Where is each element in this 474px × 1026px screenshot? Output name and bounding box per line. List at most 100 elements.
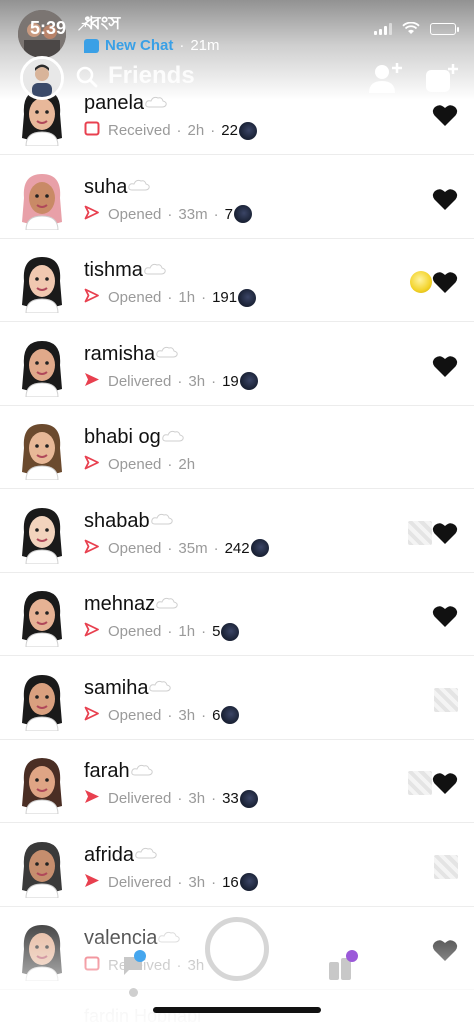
moon-emoji-icon — [238, 121, 257, 140]
black-heart-icon — [432, 940, 458, 961]
friend-avatar[interactable] — [16, 335, 68, 397]
snap-time: 1h — [178, 623, 196, 640]
cloud-icon — [161, 429, 184, 447]
friend-status-line: Opened · 1h · 5 — [84, 622, 240, 641]
snap-time: 35m — [178, 539, 208, 557]
friend-status-line: Delivered · 3h · 19 — [84, 372, 258, 391]
friend-row[interactable]: afrida Delivered · 3h · 16 — [0, 824, 474, 907]
moon-emoji-icon — [239, 873, 258, 891]
friend-name: mehnaz — [84, 593, 156, 615]
snap-status: Opened — [108, 289, 162, 306]
moon-emoji-icon — [221, 622, 240, 641]
friend-avatar[interactable] — [16, 251, 68, 314]
separator: · — [213, 539, 219, 557]
friend-name-line: shabab — [84, 510, 173, 533]
cloud-icon — [155, 345, 178, 363]
separator: · — [167, 289, 173, 306]
friend-name: samiha — [84, 676, 149, 699]
friend-name: valencia — [84, 927, 158, 949]
profile-avatar[interactable] — [20, 56, 64, 100]
separator: · — [201, 289, 207, 306]
opened-arrow-icon — [84, 455, 108, 474]
friend-row[interactable]: suha Opened · 33m · 7 — [0, 156, 474, 239]
opened-arrow-icon — [84, 288, 108, 307]
blurred-emoji-icon — [434, 854, 458, 879]
cloud-icon — [148, 679, 172, 697]
separator: · — [211, 372, 217, 390]
snap-status: Delivered — [108, 873, 172, 891]
opened-arrow-icon — [84, 706, 108, 725]
new-chat-icon[interactable] — [424, 62, 460, 96]
friend-row[interactable]: samiha Opened · 3h · 6 — [0, 657, 474, 740]
snap-time: 3h — [178, 706, 196, 724]
received-square-icon — [84, 121, 108, 140]
snap-time: 3h — [188, 372, 206, 390]
moon-emoji-icon — [250, 539, 269, 557]
separator: · — [211, 790, 217, 807]
friend-name-line: bhabi og — [84, 426, 184, 449]
snap-status: Opened — [108, 539, 162, 557]
friend-avatar[interactable] — [16, 669, 68, 731]
friend-avatar[interactable] — [16, 168, 68, 230]
friend-status-line: Delivered · 3h · 16 — [84, 873, 258, 892]
streak-count: 7 — [224, 205, 233, 223]
top-chat-name[interactable]: ধ্বংস — [84, 9, 120, 40]
moon-emoji-icon — [221, 706, 240, 724]
snap-status: Opened — [108, 706, 162, 724]
page-title[interactable]: Friends — [108, 62, 195, 90]
moon-emoji-icon — [239, 789, 258, 808]
friend-avatar[interactable] — [16, 502, 68, 564]
delivered-arrow-icon — [84, 789, 108, 808]
status-indicators — [374, 22, 459, 35]
add-friend-icon[interactable] — [366, 60, 404, 96]
friend-avatar[interactable] — [16, 752, 68, 815]
friend-row[interactable]: tishma Opened · 1h · 191 — [0, 239, 474, 322]
streak-count: 33 — [222, 790, 239, 807]
separator: · — [177, 873, 183, 891]
battery-icon — [430, 23, 459, 35]
snap-status: Opened — [108, 623, 162, 640]
blurred-emoji-icon — [434, 687, 458, 712]
cellular-signal-icon — [374, 23, 392, 35]
friend-avatar[interactable] — [16, 585, 68, 648]
friend-row[interactable]: bhabi og Opened · 2h — [0, 406, 474, 489]
separator: · — [177, 372, 183, 390]
snap-time: 3h — [187, 957, 205, 974]
separator: · — [167, 623, 173, 640]
chat-icon[interactable] — [122, 954, 144, 976]
friend-row[interactable]: ramisha Delivered · 3h · 19 — [0, 323, 474, 406]
friend-status-line: Opened · 1h · 191 — [84, 288, 257, 307]
friend-status-line: Received · 3h — [84, 956, 204, 975]
snap-status: Opened — [108, 205, 162, 223]
moon-emoji-icon — [239, 372, 258, 390]
friend-avatar[interactable] — [16, 919, 68, 982]
separator: · — [167, 205, 173, 223]
capture-button[interactable] — [205, 917, 269, 981]
received-square-icon — [84, 956, 108, 975]
separator: · — [176, 957, 182, 974]
separator: · — [201, 706, 207, 724]
friend-name-line: valencia — [84, 927, 181, 950]
friend-name: ramisha — [84, 342, 156, 365]
friend-row[interactable]: farah Delivered · 3h · 33 — [0, 740, 474, 823]
cloud-icon — [127, 178, 151, 196]
cloud-icon — [157, 930, 181, 948]
separator: · — [213, 205, 219, 223]
friend-name: farah — [84, 760, 130, 782]
friend-row[interactable]: shabab Opened · 35m · 242 — [0, 490, 474, 573]
cloud-icon — [130, 763, 153, 781]
separator: · — [167, 456, 173, 473]
streak-count: 6 — [212, 706, 221, 724]
moon-emoji-icon — [238, 288, 257, 307]
black-heart-icon — [432, 522, 458, 544]
separator: · — [167, 706, 173, 724]
search-icon[interactable] — [76, 66, 98, 88]
friend-row[interactable]: mehnaz Opened · 1h · 5 — [0, 573, 474, 656]
discover-icon[interactable] — [328, 956, 354, 982]
status-time: 5:39 — [30, 18, 67, 38]
friend-name-line: ramisha — [84, 343, 178, 366]
friend-avatar[interactable] — [16, 836, 68, 898]
friend-avatar[interactable] — [16, 418, 68, 481]
friend-name-line: farah — [84, 760, 153, 783]
new-chat-label: New Chat — [105, 37, 174, 54]
